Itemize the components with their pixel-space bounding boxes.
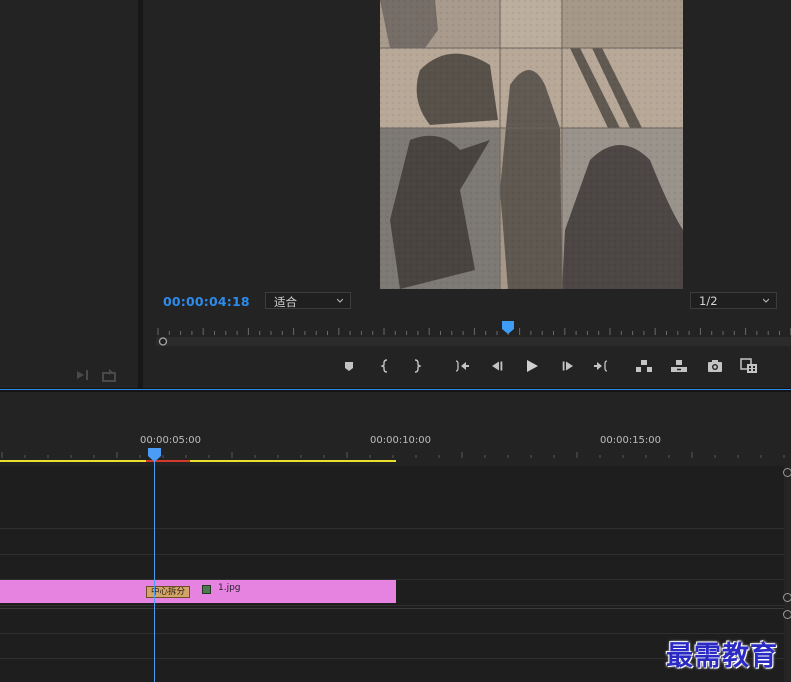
video-audio-divider (0, 608, 784, 609)
extract-icon (671, 360, 687, 372)
scroll-handle-icon[interactable] (783, 610, 791, 619)
step-forward-button[interactable] (559, 357, 577, 375)
mark-in-icon (380, 359, 388, 373)
lift-icon (636, 360, 652, 372)
watermark: 最需教育 (666, 641, 778, 672)
track-divider (0, 528, 784, 529)
playhead-timecode[interactable]: 00:00:04:18 (163, 294, 250, 309)
mark-out-icon (414, 359, 422, 373)
playhead-handle[interactable] (148, 448, 161, 462)
timeline-clip[interactable] (0, 580, 396, 603)
fx-icon (202, 585, 211, 594)
go-to-out-button[interactable] (592, 357, 610, 375)
step-forward-icon (562, 361, 573, 371)
timeline-time-ruler[interactable] (0, 448, 791, 466)
insert-icon[interactable] (75, 367, 93, 381)
scroll-handle-icon[interactable] (783, 468, 791, 477)
play-button[interactable] (523, 357, 541, 375)
track-divider (0, 554, 784, 555)
ruler-label-5s: 00:00:05:00 (140, 435, 202, 446)
timeline-vertical-scrollbar[interactable] (783, 466, 791, 682)
camera-icon (708, 360, 722, 372)
playback-resolution-select[interactable]: 1/2 (690, 292, 777, 309)
export-frame-button[interactable] (706, 357, 724, 375)
export-icon[interactable] (101, 367, 119, 382)
video-preview (380, 0, 683, 289)
step-back-icon (492, 361, 503, 371)
go-to-out-icon (594, 360, 608, 372)
marker-icon (345, 362, 353, 371)
chevron-down-icon (337, 298, 343, 303)
timeline-focus-indicator (0, 389, 791, 390)
zoom-level-value: 适合 (274, 295, 297, 309)
playhead-line[interactable] (154, 452, 155, 682)
monitor-playhead[interactable] (502, 321, 514, 334)
scroll-handle-icon[interactable] (783, 593, 791, 602)
lift-button[interactable] (635, 357, 653, 375)
go-to-in-button[interactable] (453, 357, 471, 375)
track-divider (0, 605, 784, 606)
comparison-icon (740, 358, 757, 373)
mark-in-button[interactable] (376, 357, 394, 375)
zoom-level-select[interactable]: 适合 (265, 292, 351, 309)
chevron-down-icon (763, 298, 769, 303)
shadow-photo-collage (380, 0, 683, 289)
source-panel (0, 0, 138, 388)
comparison-view-button[interactable] (740, 357, 758, 375)
zoom-handle-icon[interactable] (158, 337, 168, 346)
play-icon (527, 360, 538, 372)
ruler-label-15s: 00:00:15:00 (600, 435, 662, 446)
go-to-in-icon (455, 360, 469, 372)
monitor-time-ruler[interactable] (156, 320, 791, 336)
work-area-bar[interactable] (0, 460, 396, 462)
clip-name: 1.jpg (218, 583, 241, 593)
step-back-button[interactable] (488, 357, 506, 375)
monitor-scrub-bar[interactable] (156, 336, 791, 347)
playback-resolution-value: 1/2 (699, 294, 718, 308)
mark-out-button[interactable] (408, 357, 426, 375)
transition-badge[interactable]: 中心拆分 (146, 586, 190, 598)
extract-button[interactable] (670, 357, 688, 375)
ruler-label-10s: 00:00:10:00 (370, 435, 432, 446)
add-marker-button[interactable] (340, 357, 358, 375)
